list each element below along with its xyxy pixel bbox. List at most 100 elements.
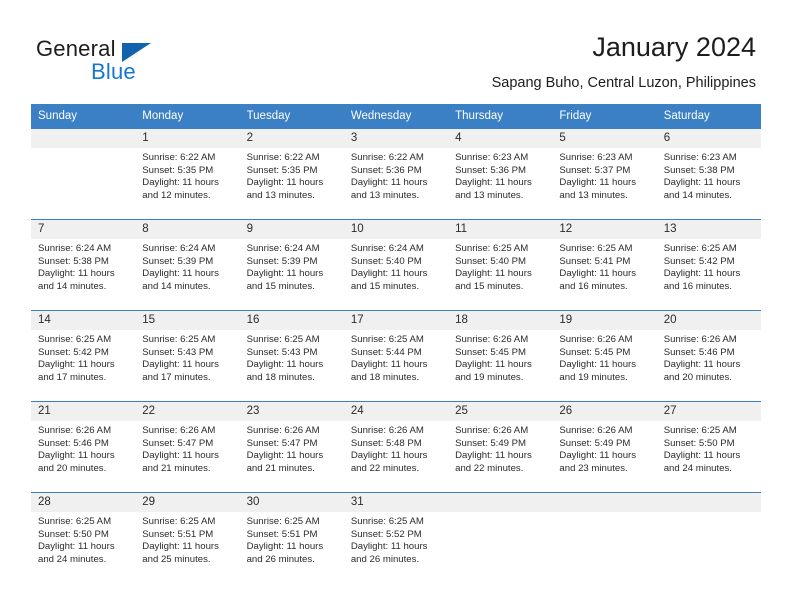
calendar-day-cell[interactable]: 20 Sunrise: 6:26 AM Sunset: 5:46 PM Dayligh… (656, 311, 761, 401)
day-number: 12 (552, 220, 657, 239)
day-details: Sunrise: 6:26 AM Sunset: 5:46 PM Daylight:… (657, 330, 761, 384)
calendar-day-cell[interactable]: 14 Sunrise: 6:25 AM Sunset: 5:42 PM Dayligh… (31, 311, 136, 401)
day-details: Sunrise: 6:26 AM Sunset: 5:45 PM Daylight:… (552, 330, 656, 384)
daylight-text-line1: Daylight: 11 hours (246, 177, 324, 189)
calendar-day-cell[interactable]: 18 Sunrise: 6:26 AM Sunset: 5:45 PM Dayligh… (448, 311, 553, 401)
calendar-day-cell[interactable]: 29 Sunrise: 6:25 AM Sunset: 5:51 PM Dayligh… (135, 493, 240, 583)
daylight-text-line2: and 18 minutes. (246, 371, 315, 383)
calendar-day-cell[interactable]: 27 Sunrise: 6:25 AM Sunset: 5:50 PM Dayligh… (656, 402, 761, 492)
calendar-day-cell[interactable]: 13 Sunrise: 6:25 AM Sunset: 5:42 PM Dayligh… (656, 220, 761, 310)
calendar-day-cell[interactable]: 5 Sunrise: 6:23 AM Sunset: 5:37 PM Daylight… (552, 129, 657, 219)
day-details: Sunrise: 6:24 AM Sunset: 5:39 PM Daylight:… (240, 239, 344, 293)
daylight-text-line1: Daylight: 11 hours (142, 450, 219, 462)
sunset-text: Sunset: 5:36 PM (350, 164, 422, 176)
calendar-day-cell[interactable]: 19 Sunrise: 6:26 AM Sunset: 5:45 PM Dayligh… (552, 311, 657, 401)
daylight-text-line1: Daylight: 11 hours (38, 541, 115, 553)
sunrise-text: Sunrise: 6:26 AM (350, 425, 424, 436)
calendar-cell-empty (552, 493, 657, 583)
day-details: Sunrise: 6:26 AM Sunset: 5:46 PM Daylight:… (31, 421, 135, 475)
calendar-day-cell[interactable]: 4 Sunrise: 6:23 AM Sunset: 5:36 PM Daylight… (448, 129, 553, 219)
day-details: Sunrise: 6:26 AM Sunset: 5:47 PM Daylight:… (240, 421, 344, 475)
daylight-text-line1: Daylight: 11 hours (38, 359, 115, 371)
sunrise-text: Sunrise: 6:26 AM (559, 334, 633, 345)
daylight-text-line1: Daylight: 11 hours (142, 268, 219, 280)
day-details: Sunrise: 6:25 AM Sunset: 5:43 PM Daylight:… (135, 330, 239, 384)
sunrise-text: Sunrise: 6:25 AM (559, 243, 633, 254)
sunset-text: Sunset: 5:42 PM (663, 255, 735, 267)
calendar-day-cell[interactable]: 28 Sunrise: 6:25 AM Sunset: 5:50 PM Dayligh… (31, 493, 136, 583)
daylight-text-line2: and 20 minutes. (38, 462, 107, 474)
day-details (552, 512, 656, 516)
calendar-day-cell[interactable]: 11 Sunrise: 6:25 AM Sunset: 5:40 PM Dayligh… (448, 220, 553, 310)
calendar-day-cell[interactable]: 3 Sunrise: 6:22 AM Sunset: 5:36 PM Daylight… (343, 129, 449, 219)
day-details: Sunrise: 6:24 AM Sunset: 5:39 PM Daylight:… (135, 239, 239, 293)
daylight-text-line2: and 16 minutes. (559, 280, 628, 292)
calendar-day-cell[interactable]: 21 Sunrise: 6:26 AM Sunset: 5:46 PM Dayligh… (31, 402, 136, 492)
calendar-day-cell[interactable]: 26 Sunrise: 6:26 AM Sunset: 5:49 PM Dayligh… (552, 402, 657, 492)
calendar-weeks: 1 Sunrise: 6:22 AM Sunset: 5:35 PM Daylight… (31, 128, 761, 583)
calendar-day-cell[interactable]: 17 Sunrise: 6:25 AM Sunset: 5:44 PM Dayligh… (343, 311, 449, 401)
weekday-header-saturday: Saturday (663, 110, 710, 122)
sunset-text: Sunset: 5:49 PM (559, 437, 631, 449)
daylight-text-line2: and 21 minutes. (246, 462, 315, 474)
daylight-text-line2: and 26 minutes. (246, 553, 315, 565)
calendar-day-cell[interactable]: 9 Sunrise: 6:24 AM Sunset: 5:39 PM Daylight… (239, 220, 344, 310)
sunrise-text: Sunrise: 6:23 AM (455, 152, 529, 163)
day-number (656, 493, 761, 512)
day-details: Sunrise: 6:26 AM Sunset: 5:47 PM Daylight:… (135, 421, 239, 475)
daylight-text-line2: and 13 minutes. (559, 189, 628, 201)
sunrise-text: Sunrise: 6:24 AM (142, 243, 216, 254)
daylight-text-line1: Daylight: 11 hours (455, 450, 532, 462)
calendar-day-cell[interactable]: 31 Sunrise: 6:25 AM Sunset: 5:52 PM Dayligh… (343, 493, 449, 583)
day-number: 27 (656, 402, 761, 421)
calendar-day-cell[interactable]: 23 Sunrise: 6:26 AM Sunset: 5:47 PM Dayligh… (239, 402, 344, 492)
day-details: Sunrise: 6:22 AM Sunset: 5:35 PM Daylight:… (240, 148, 344, 202)
daylight-text-line2: and 15 minutes. (350, 280, 420, 292)
calendar-day-cell[interactable]: 6 Sunrise: 6:23 AM Sunset: 5:38 PM Daylight… (656, 129, 761, 219)
sunset-text: Sunset: 5:52 PM (350, 528, 422, 540)
day-details: Sunrise: 6:23 AM Sunset: 5:36 PM Daylight:… (448, 148, 552, 202)
calendar-day-cell[interactable]: 10 Sunrise: 6:24 AM Sunset: 5:40 PM Dayligh… (343, 220, 449, 310)
daylight-text-line2: and 23 minutes. (559, 462, 628, 474)
calendar-day-cell[interactable]: 15 Sunrise: 6:25 AM Sunset: 5:43 PM Dayligh… (135, 311, 240, 401)
day-details: Sunrise: 6:26 AM Sunset: 5:49 PM Daylight:… (552, 421, 656, 475)
calendar-day-cell[interactable]: 8 Sunrise: 6:24 AM Sunset: 5:39 PM Daylight… (135, 220, 240, 310)
sunset-text: Sunset: 5:51 PM (246, 528, 318, 540)
day-details: Sunrise: 6:23 AM Sunset: 5:37 PM Daylight:… (552, 148, 656, 202)
general-blue-logo[interactable]: General Blue (36, 36, 256, 92)
calendar-day-cell[interactable]: 2 Sunrise: 6:22 AM Sunset: 5:35 PM Daylight… (239, 129, 344, 219)
daylight-text-line1: Daylight: 11 hours (663, 359, 741, 371)
daylight-text-line2: and 19 minutes. (559, 371, 628, 383)
calendar-day-cell[interactable]: 24 Sunrise: 6:26 AM Sunset: 5:48 PM Dayligh… (343, 402, 449, 492)
sunset-text: Sunset: 5:46 PM (663, 346, 735, 358)
weekday-header-monday: Monday (142, 110, 184, 122)
sunrise-text: Sunrise: 6:26 AM (38, 425, 112, 436)
daylight-text-line2: and 15 minutes. (246, 280, 315, 292)
sunset-text: Sunset: 5:40 PM (350, 255, 422, 267)
calendar-day-cell[interactable]: 7 Sunrise: 6:24 AM Sunset: 5:38 PM Daylight… (31, 220, 136, 310)
calendar-day-cell[interactable]: 30 Sunrise: 6:25 AM Sunset: 5:51 PM Dayligh… (239, 493, 344, 583)
day-number: 1 (135, 129, 240, 148)
sunset-text: Sunset: 5:43 PM (246, 346, 318, 358)
calendar-day-cell[interactable]: 16 Sunrise: 6:25 AM Sunset: 5:43 PM Dayligh… (239, 311, 344, 401)
weekday-header-wednesday: Wednesday (350, 110, 412, 122)
daylight-text-line2: and 17 minutes. (142, 371, 211, 383)
calendar-day-cell[interactable]: 25 Sunrise: 6:26 AM Sunset: 5:49 PM Dayligh… (448, 402, 553, 492)
calendar-day-cell[interactable]: 12 Sunrise: 6:25 AM Sunset: 5:41 PM Dayligh… (552, 220, 657, 310)
sunset-text: Sunset: 5:45 PM (559, 346, 631, 358)
day-number: 5 (552, 129, 657, 148)
sunset-text: Sunset: 5:47 PM (142, 437, 214, 449)
daylight-text-line2: and 19 minutes. (455, 371, 524, 383)
day-number: 22 (135, 402, 240, 421)
sunset-text: Sunset: 5:44 PM (350, 346, 422, 358)
calendar-day-cell[interactable]: 22 Sunrise: 6:26 AM Sunset: 5:47 PM Dayligh… (135, 402, 240, 492)
sunrise-text: Sunrise: 6:24 AM (38, 243, 112, 254)
calendar-day-cell[interactable]: 1 Sunrise: 6:22 AM Sunset: 5:35 PM Daylight… (135, 129, 240, 219)
sunset-text: Sunset: 5:38 PM (38, 255, 109, 267)
sunrise-text: Sunrise: 6:24 AM (246, 243, 320, 254)
day-number: 29 (135, 493, 240, 512)
weekday-header-tuesday: Tuesday (246, 110, 291, 122)
daylight-text-line1: Daylight: 11 hours (246, 450, 324, 462)
calendar-week-row: 14 Sunrise: 6:25 AM Sunset: 5:42 PM Dayligh… (31, 310, 761, 401)
day-details (657, 512, 761, 516)
